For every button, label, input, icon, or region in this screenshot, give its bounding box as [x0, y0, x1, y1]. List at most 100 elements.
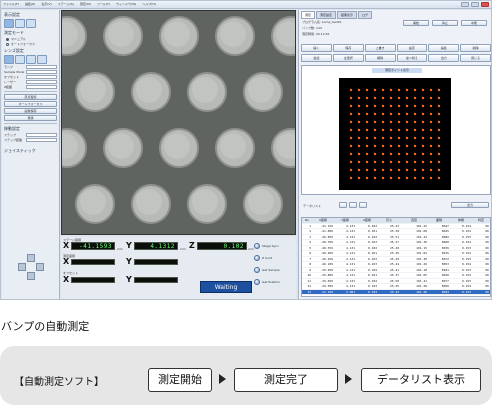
camera-view[interactable]: [61, 10, 296, 235]
menu-item[interactable]: ステージ(S): [58, 2, 74, 6]
measure-point: [365, 104, 369, 108]
minimize-button[interactable]: [461, 2, 469, 7]
filter-icon[interactable]: [349, 202, 357, 208]
table-cell: OK: [485, 284, 489, 288]
column-header[interactable]: 体積: [450, 218, 472, 223]
tab[interactable]: ログ: [358, 11, 373, 19]
get-position-button[interactable]: Get Position: [254, 278, 280, 286]
toolbar-button[interactable]: 並べ替え: [396, 53, 428, 62]
stage-sync-button[interactable]: Stage Sync: [254, 242, 279, 250]
measure-point: [421, 128, 425, 132]
table-cell: 101.15: [416, 245, 427, 250]
panel-button[interactable]: オートフォーカス: [4, 101, 57, 107]
column-header[interactable]: Z座標: [356, 218, 378, 223]
view-image-icon[interactable]: [4, 19, 14, 28]
menu-item[interactable]: ヘルプ(H): [142, 2, 156, 6]
panel-button[interactable]: 登録: [4, 115, 57, 121]
column-header[interactable]: 面積: [428, 218, 450, 223]
toolbar-button[interactable]: 設定: [396, 44, 428, 52]
view-list-icon[interactable]: [26, 19, 36, 28]
measure-point: [413, 120, 417, 124]
z-cont-button[interactable]: Z Cont: [254, 254, 272, 262]
measure-point: [397, 160, 401, 164]
setting-input[interactable]: [26, 80, 57, 84]
autofocus-radio[interactable]: オートフォーカス: [6, 42, 55, 46]
toolbar-button[interactable]: 解除: [364, 53, 396, 62]
measure-point: [429, 160, 433, 164]
export-csv-button[interactable]: 出力: [451, 202, 489, 208]
measure-point: [357, 168, 361, 172]
jog-up-button[interactable]: [27, 254, 35, 262]
move-field-input[interactable]: [26, 133, 57, 137]
refresh-icon[interactable]: [339, 202, 347, 208]
toolbar-button[interactable]: 上書き: [364, 44, 396, 52]
table-cell: 0.102: [367, 278, 377, 283]
menu-item[interactable]: 編集(E): [25, 2, 35, 6]
start-button[interactable]: 開始: [403, 20, 429, 26]
column-header[interactable]: No: [302, 218, 312, 223]
table-cell: 4.131: [345, 234, 355, 239]
toolbar-button[interactable]: 保存: [332, 44, 364, 52]
lens-10x-icon[interactable]: [15, 55, 25, 64]
move-field-label: ステップ: [4, 133, 17, 137]
close-button[interactable]: [481, 2, 489, 7]
setting-input[interactable]: [26, 85, 57, 89]
toolbar-button[interactable]: 出力: [428, 53, 460, 62]
measure-point: [349, 104, 353, 108]
toolbar-button[interactable]: 全選択: [332, 53, 364, 62]
toolbar-button[interactable]: 編集: [428, 44, 460, 52]
tab[interactable]: 結果表示: [337, 11, 358, 19]
stop-button[interactable]: 停止: [432, 20, 458, 26]
table-cell: 14: [307, 295, 311, 297]
column-header[interactable]: 高さ: [378, 218, 400, 223]
point-map[interactable]: [339, 78, 451, 190]
measure-point: [373, 144, 377, 148]
column-header[interactable]: 判定: [472, 218, 490, 223]
table-cell: 7: [309, 256, 311, 261]
jog-down-button[interactable]: [27, 272, 35, 280]
jog-left-button[interactable]: [18, 263, 26, 271]
lens-50x-icon[interactable]: [37, 55, 47, 64]
toolbar-button[interactable]: 閉じる: [460, 53, 491, 62]
menu-item[interactable]: 表示(V): [41, 2, 51, 6]
measure-point: [421, 112, 425, 116]
manual-radio[interactable]: マニュアル: [6, 37, 55, 41]
toolbar-button[interactable]: 追加: [301, 53, 332, 62]
lens-5x-icon[interactable]: [4, 55, 14, 64]
abort-button[interactable]: 中断: [461, 20, 487, 26]
column-header[interactable]: 直径: [400, 218, 428, 223]
tab[interactable]: 測定設定: [316, 11, 337, 19]
column-header[interactable]: Y座標: [334, 218, 356, 223]
setting-input[interactable]: [26, 75, 57, 79]
export-icon[interactable]: [359, 202, 367, 208]
measure-point: [389, 168, 393, 172]
menu-item[interactable]: 測定(M): [80, 2, 91, 6]
view-grid-icon[interactable]: [15, 19, 25, 28]
menu-item[interactable]: ツール(T): [97, 2, 110, 6]
panel-button[interactable]: 画像保存: [4, 108, 57, 114]
menu-item[interactable]: ウィンドウ(W): [116, 2, 136, 6]
lens-20x-icon[interactable]: [26, 55, 36, 64]
z-readout: 0.102: [197, 242, 247, 250]
bump-highlight: [108, 133, 134, 159]
menu-item[interactable]: ファイル(F): [3, 2, 19, 6]
table-cell: 0.152: [461, 273, 471, 277]
maximize-button[interactable]: [471, 2, 479, 7]
toolbar-button[interactable]: 開く: [301, 44, 332, 52]
tab[interactable]: 測定: [301, 11, 316, 19]
panel-button[interactable]: 原点復帰: [4, 94, 57, 100]
toolbar-button[interactable]: 削除: [460, 44, 491, 52]
setting-input[interactable]: [26, 65, 57, 69]
move-field-2-input[interactable]: [26, 138, 57, 142]
setting-input[interactable]: [26, 70, 57, 74]
measure-point: [397, 176, 401, 180]
table-cell: OK: [485, 234, 489, 239]
point-map-title: 測定ポイント表示: [372, 68, 422, 73]
setting-label: ランプ: [4, 65, 13, 69]
measure-point: [429, 176, 433, 180]
jog-right-button[interactable]: [36, 263, 44, 271]
display-settings-heading: 表示設定: [4, 12, 20, 17]
table-row[interactable]: 14 -41.009 3.981 0.101 25.39 101.10 8028 0.152 O…: [302, 295, 490, 297]
get-sample-button[interactable]: Get Sample: [254, 266, 280, 274]
column-header[interactable]: X座標: [312, 218, 334, 223]
